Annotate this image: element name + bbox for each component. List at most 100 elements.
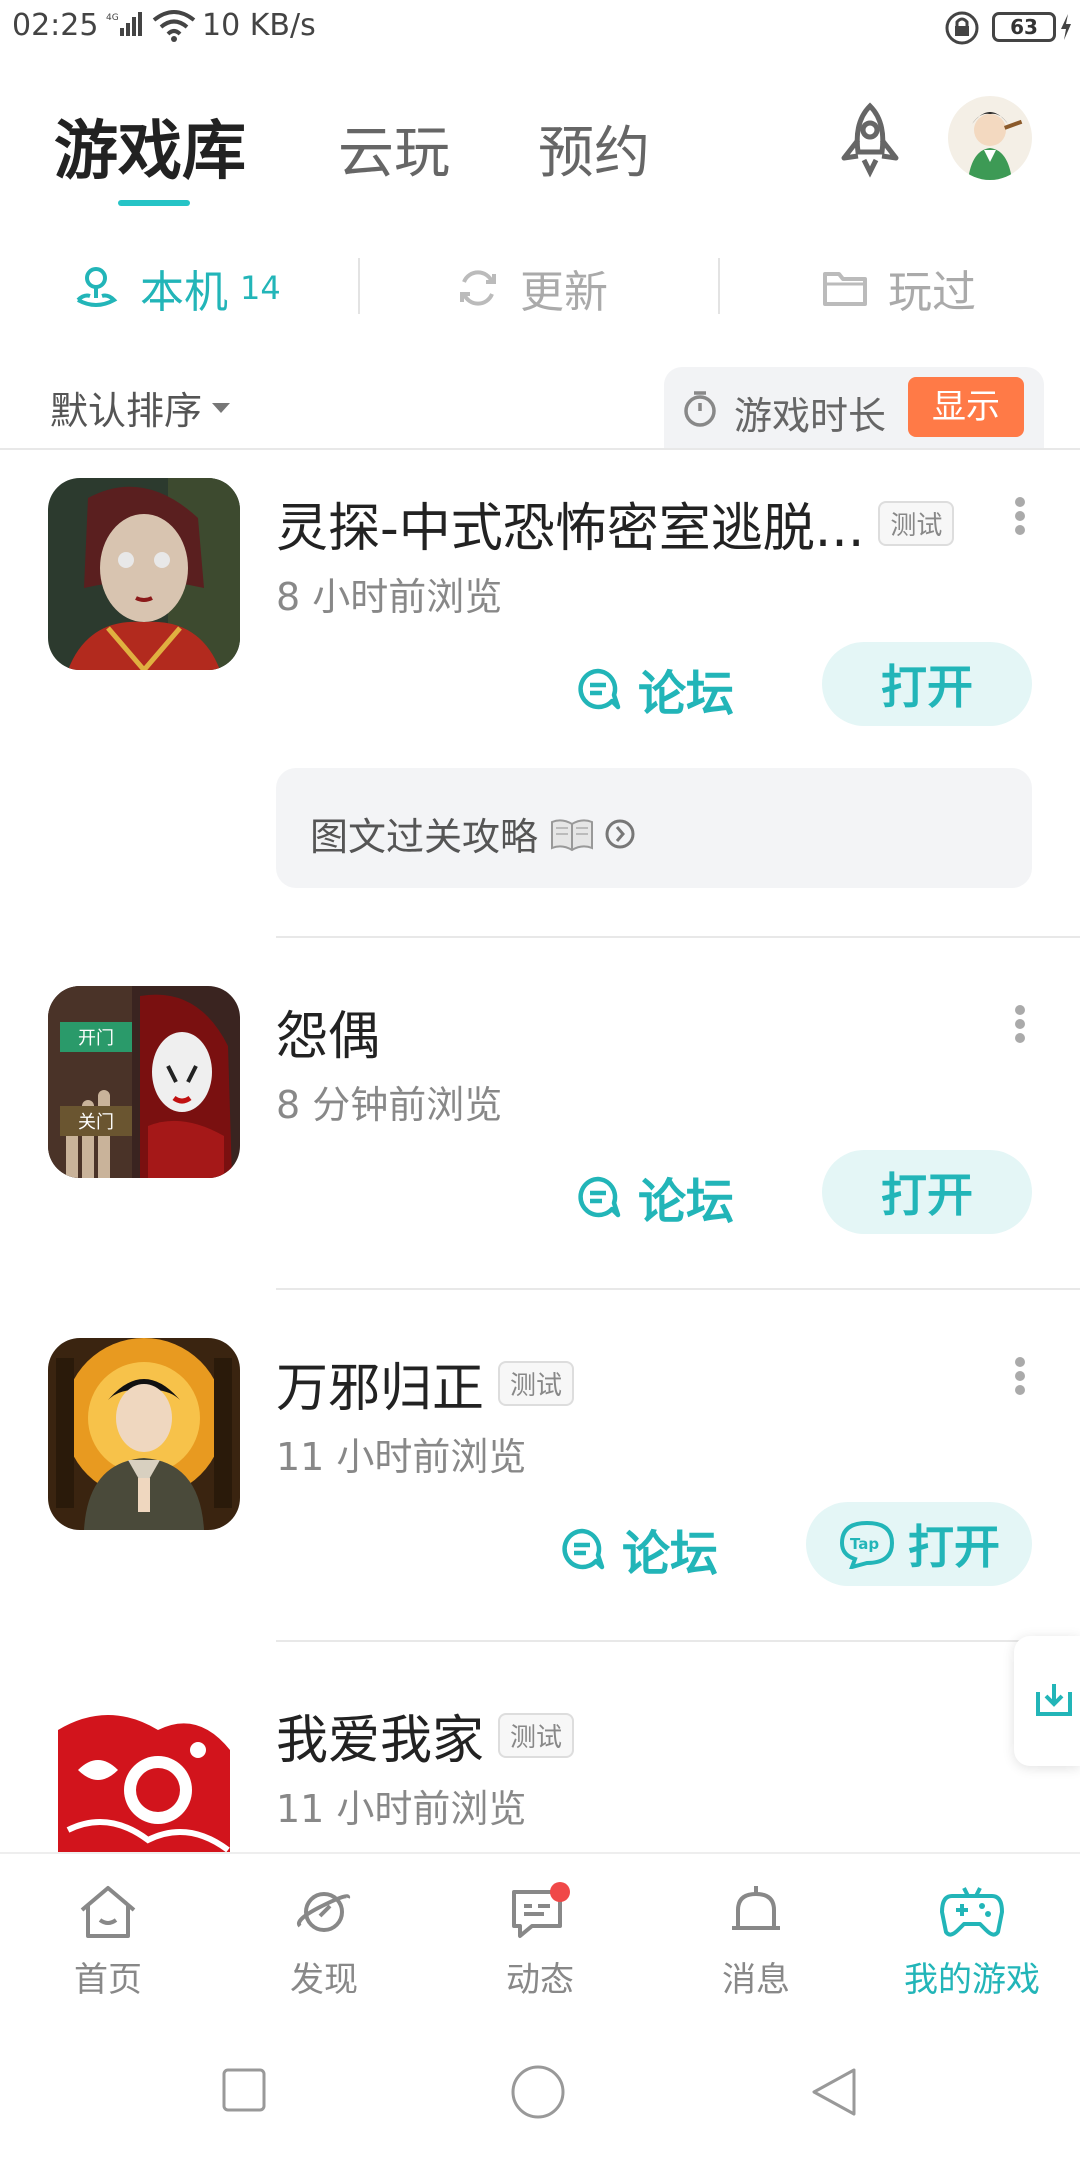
game-icon[interactable] — [48, 478, 240, 670]
caret-down-icon — [212, 402, 231, 413]
last-viewed: 11 小时前浏览 — [276, 1787, 527, 1831]
taptap-open-button[interactable]: Tap 打开 — [806, 1502, 1032, 1586]
tab-cloud-play[interactable]: 云玩 — [338, 108, 450, 189]
subtab-local-label: 本机 — [140, 267, 228, 318]
forum-button[interactable]: 论坛 — [574, 654, 734, 724]
show-duration-button[interactable]: 显示 — [908, 377, 1024, 437]
game-title[interactable]: 万邪归正 — [276, 1346, 484, 1421]
icon-label-open: 开门 — [78, 1028, 114, 1049]
recent-apps-icon[interactable] — [222, 2068, 266, 2112]
game-icon[interactable] — [48, 1690, 240, 1852]
tap-logo-icon: Tap — [839, 1520, 895, 1569]
more-options-icon[interactable] — [1014, 496, 1026, 536]
nav-my-games[interactable]: 我的游戏 — [902, 1882, 1042, 2001]
nav-my-games-label: 我的游戏 — [904, 1960, 1040, 2000]
wifi-icon — [152, 10, 196, 42]
subtab-played[interactable]: 玩过 — [822, 258, 976, 318]
divider — [276, 1288, 1080, 1290]
forum-button[interactable]: 论坛 — [558, 1514, 718, 1584]
sort-dropdown[interactable]: 默认排序 — [50, 380, 231, 435]
game-title[interactable]: 灵探-中式恐怖密室逃脱... — [276, 486, 864, 561]
battery-indicator: 63 — [992, 12, 1056, 42]
nav-messages-label: 消息 — [722, 1960, 790, 2000]
subtab-update[interactable]: 更新 — [456, 258, 608, 318]
open-button[interactable]: 打开 — [822, 642, 1032, 726]
game-icon[interactable]: 开门 关门 — [48, 986, 240, 1178]
nav-discover[interactable]: 发现 — [254, 1882, 394, 2001]
status-bar: 02:25 4G 10 KB/s 63 — [0, 0, 1080, 60]
planet-icon — [297, 1892, 351, 1932]
subtab-played-label: 玩过 — [888, 267, 976, 318]
walkthrough-guide-card[interactable]: 图文过关攻略 — [276, 768, 1032, 888]
game-title-row: 万邪归正 测试 — [276, 1346, 575, 1421]
divider — [276, 1640, 1080, 1642]
game-title[interactable]: 我爱我家 — [276, 1698, 484, 1773]
last-viewed: 8 小时前浏览 — [276, 575, 503, 619]
bell-icon — [732, 1886, 780, 1930]
nav-home-label: 首页 — [74, 1960, 142, 2000]
forum-label: 论坛 — [638, 666, 735, 722]
subtab-local-count: 14 — [240, 269, 281, 307]
tab-reservations[interactable]: 预约 — [538, 108, 650, 189]
play-duration-toggle: 游戏时长 显示 — [664, 367, 1044, 449]
nav-home[interactable]: 首页 — [38, 1882, 178, 2001]
walkthrough-guide-link: 图文过关攻略 — [310, 806, 636, 861]
forum-icon — [578, 668, 621, 710]
rotation-lock-icon — [945, 11, 979, 45]
chevron-right-circle-icon — [605, 819, 635, 848]
folder-icon — [823, 272, 867, 306]
home-icon — [80, 1886, 136, 1938]
guide-label: 图文过关攻略 — [310, 815, 539, 859]
user-avatar[interactable] — [948, 96, 1032, 180]
sort-label: 默认排序 — [50, 389, 203, 433]
forum-label: 论坛 — [622, 1526, 719, 1582]
book-icon — [551, 818, 594, 851]
status-time: 02:25 — [12, 8, 99, 43]
open-label: 打开 — [908, 1520, 1000, 1574]
tap-logo-text: Tap — [850, 1535, 879, 1553]
game-title-row: 灵探-中式恐怖密室逃脱... 测试 — [276, 486, 955, 561]
nav-messages[interactable]: 消息 — [686, 1882, 826, 2001]
divider — [0, 448, 1080, 450]
location-user-icon — [76, 267, 118, 307]
subtab-divider — [718, 258, 720, 314]
last-viewed: 11 小时前浏览 — [276, 1435, 527, 1479]
nav-activity[interactable]: 动态 — [470, 1882, 610, 2001]
network-type: 4G — [106, 13, 119, 23]
icon-label-close: 关门 — [78, 1112, 114, 1133]
gamepad-icon — [940, 1887, 1004, 1937]
chat-icon — [512, 1882, 570, 1938]
network-speed: 10 KB/s — [202, 8, 316, 43]
back-triangle-icon[interactable] — [810, 2066, 858, 2118]
beta-tag: 测试 — [498, 1361, 575, 1406]
beta-tag: 测试 — [878, 501, 955, 546]
cellular-signal-icon: 4G — [106, 12, 142, 36]
timer-icon — [684, 391, 716, 427]
nav-activity-label: 动态 — [506, 1960, 574, 2000]
active-tab-indicator — [118, 200, 190, 206]
charging-icon — [1061, 14, 1071, 40]
beta-tag: 测试 — [498, 1713, 575, 1758]
forum-button[interactable]: 论坛 — [574, 1162, 734, 1232]
tab-game-library[interactable]: 游戏库 — [54, 100, 246, 192]
game-title-row: 我爱我家 测试 — [276, 1698, 575, 1773]
forum-icon — [578, 1176, 621, 1218]
home-circle-icon[interactable] — [510, 2064, 566, 2120]
open-button[interactable]: 打开 — [822, 1150, 1032, 1234]
game-title[interactable]: 怨偶 — [276, 994, 380, 1069]
game-icon[interactable] — [48, 1338, 240, 1530]
download-icon — [1036, 1684, 1072, 1716]
nav-discover-label: 发现 — [290, 1960, 358, 2000]
refresh-icon — [460, 270, 496, 306]
forum-label: 论坛 — [638, 1174, 735, 1230]
rocket-icon[interactable] — [832, 100, 908, 180]
divider — [276, 936, 1080, 938]
more-options-icon[interactable] — [1014, 1356, 1026, 1396]
more-options-icon[interactable] — [1014, 1004, 1026, 1044]
forum-icon — [562, 1528, 605, 1570]
subtab-local[interactable]: 本机 14 — [72, 258, 281, 318]
floating-download-button[interactable] — [1014, 1636, 1080, 1766]
subtab-update-label: 更新 — [520, 267, 608, 318]
last-viewed: 8 分钟前浏览 — [276, 1083, 503, 1127]
play-duration-label: 游戏时长 — [734, 394, 887, 438]
